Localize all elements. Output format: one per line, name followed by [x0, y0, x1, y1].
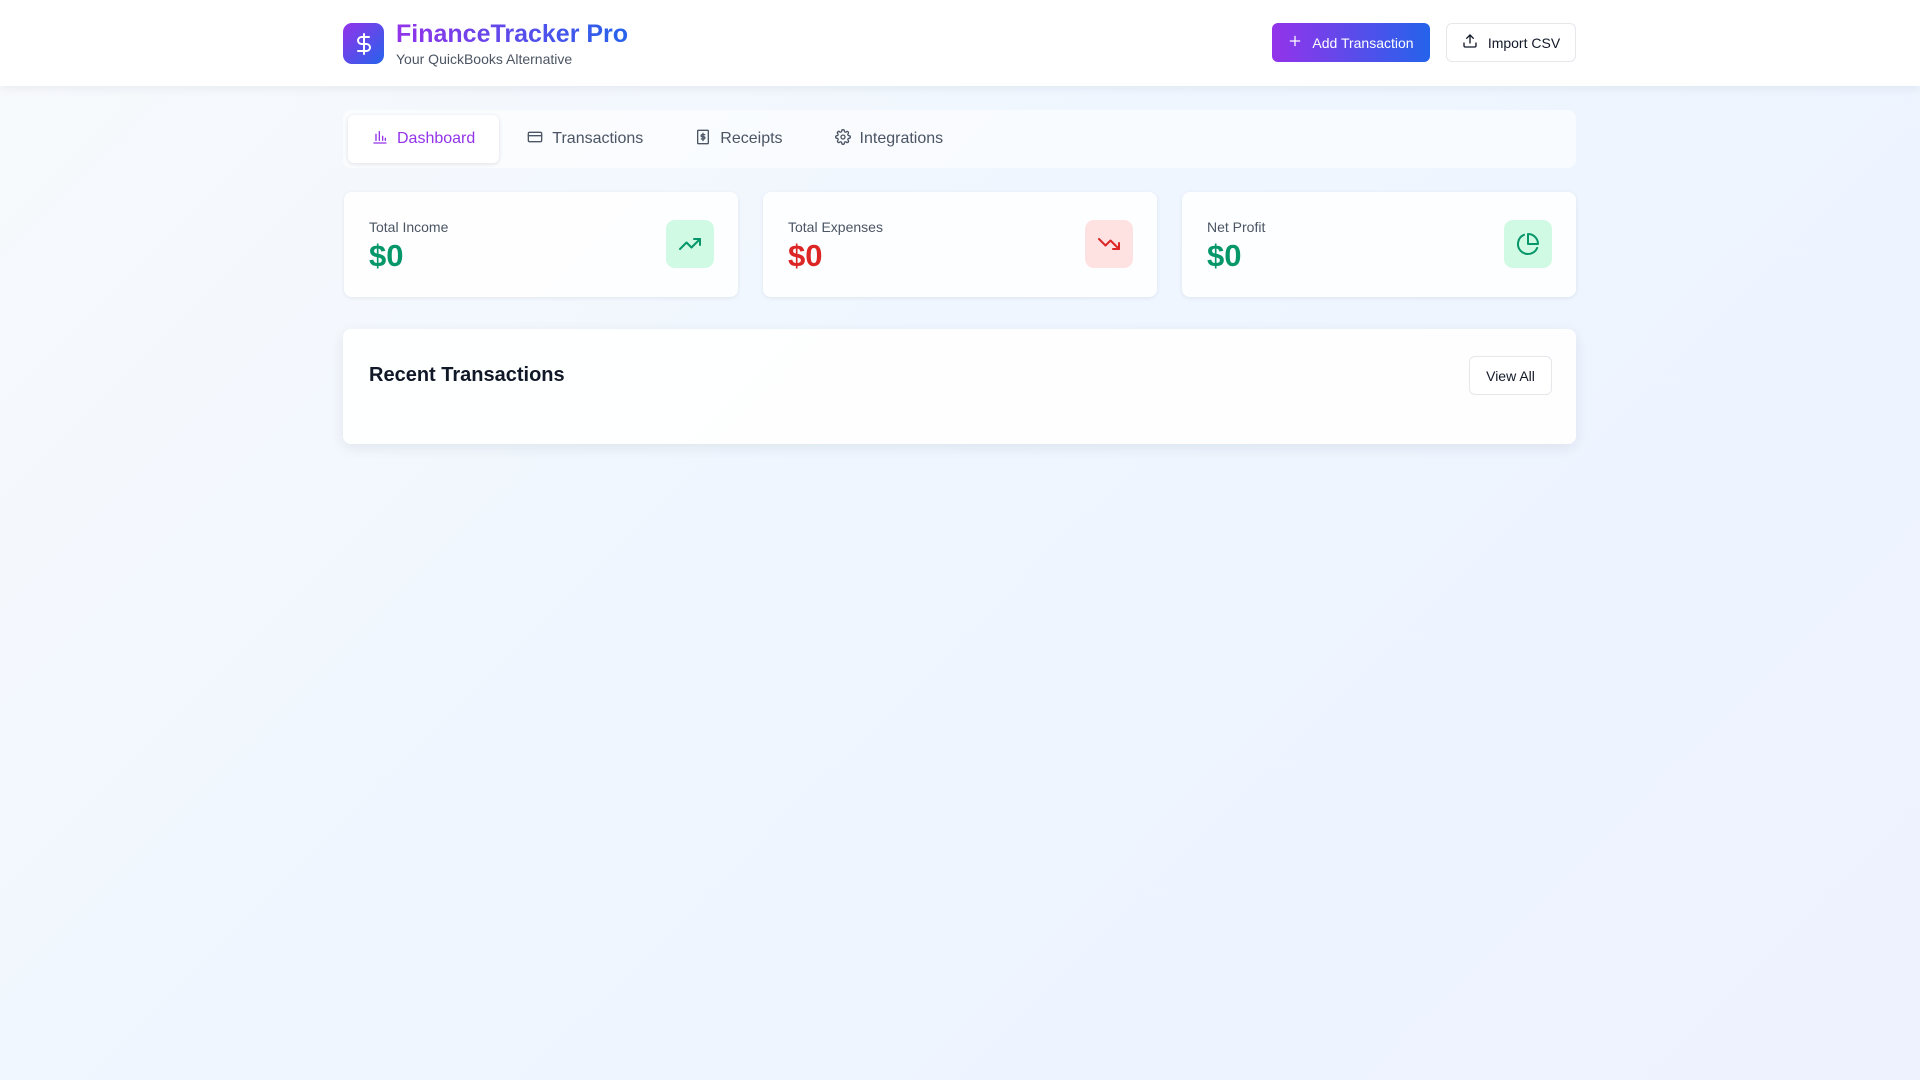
total-income-card: Total Income $0 [344, 192, 738, 297]
tab-transactions[interactable]: Transactions [503, 115, 667, 163]
bar-chart-icon [372, 129, 388, 150]
view-all-button[interactable]: View All [1469, 356, 1552, 395]
credit-card-icon [527, 129, 543, 150]
import-csv-label: Import CSV [1487, 34, 1561, 51]
stat-label: Total Income [369, 219, 449, 235]
tab-receipts[interactable]: Receipts [671, 115, 806, 163]
gear-icon [834, 128, 851, 150]
brand: FinanceTracker Pro Your QuickBooks Alter… [343, 20, 628, 67]
upload-icon [1462, 33, 1478, 52]
main-tabs: Dashboard Transactions Receipts Integrat… [343, 110, 1576, 168]
app-title: FinanceTracker Pro [396, 20, 629, 48]
total-expenses-card: Total Expenses $0 [763, 192, 1157, 297]
stat-value: $0 [788, 238, 823, 273]
recent-transactions-panel: Recent Transactions View All [343, 329, 1576, 444]
app-subtitle: Your QuickBooks Alternative [396, 51, 573, 67]
net-profit-card: Net Profit $0 [1182, 192, 1576, 297]
tab-dashboard[interactable]: Dashboard [348, 115, 500, 163]
add-transaction-label: Add Transaction [1312, 34, 1414, 51]
stat-label: Total Expenses [788, 219, 883, 235]
dollar-sign-icon [343, 23, 384, 64]
trending-up-icon [666, 220, 714, 268]
stat-value: $0 [369, 238, 404, 273]
add-transaction-button[interactable]: Add Transaction [1272, 23, 1430, 62]
tab-label: Integrations [859, 130, 944, 147]
app-header: FinanceTracker Pro Your QuickBooks Alter… [0, 0, 1920, 86]
recent-transactions-title: Recent Transactions [369, 364, 565, 386]
receipt-icon [695, 129, 711, 150]
pie-chart-icon [1504, 220, 1552, 268]
trending-down-icon [1085, 220, 1133, 268]
stat-value: $0 [1207, 238, 1242, 273]
import-csv-button[interactable]: Import CSV [1446, 23, 1576, 62]
stat-label: Net Profit [1207, 219, 1266, 235]
tab-integrations[interactable]: Integrations [811, 115, 968, 163]
tab-label: Dashboard [397, 130, 476, 147]
tab-label: Transactions [552, 130, 644, 147]
tab-label: Receipts [720, 130, 783, 147]
plus-icon [1288, 34, 1302, 51]
